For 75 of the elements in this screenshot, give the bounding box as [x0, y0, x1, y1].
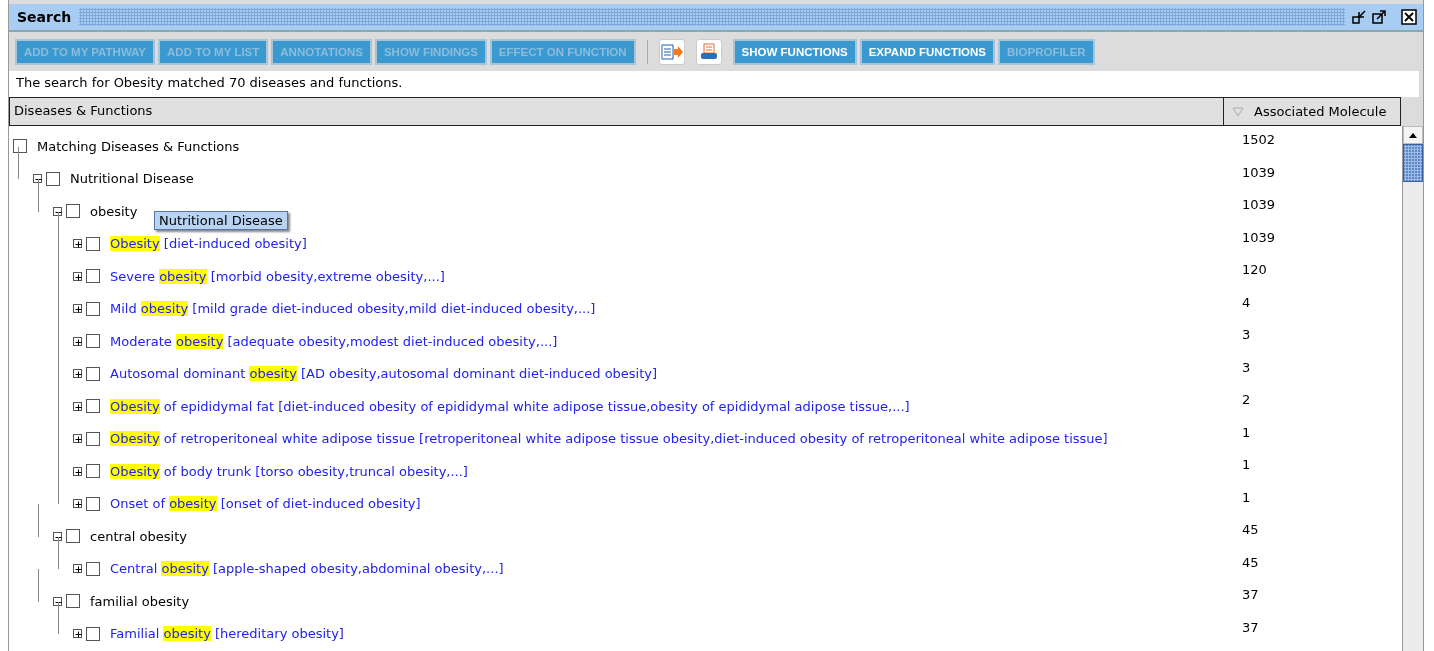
function-link[interactable]: Familial obesity [hereditary obesity] — [104, 626, 344, 642]
collapse-icon[interactable] — [53, 206, 62, 216]
checkbox[interactable] — [86, 301, 100, 316]
expand-icon[interactable] — [73, 336, 82, 346]
checkbox[interactable] — [86, 399, 100, 414]
category-label[interactable]: Nutritional Disease — [64, 171, 194, 187]
category-label[interactable]: familial obesity — [84, 593, 190, 609]
expand-icon[interactable] — [73, 271, 82, 281]
checkbox[interactable] — [86, 334, 100, 349]
molecule-count: 45 — [1242, 554, 1259, 570]
molecule-count: 1502 — [1242, 132, 1276, 147]
column-header[interactable]: Diseases & Functions — [10, 98, 1223, 125]
molecule-count: 3 — [1242, 359, 1251, 375]
function-link[interactable]: Onset of obesity [onset of diet-induced obesity] — [104, 496, 421, 512]
molecule-count: 45 — [1242, 522, 1259, 537]
checkbox[interactable] — [86, 269, 100, 284]
molecule-count: 1039 — [1242, 197, 1276, 212]
expand-icon[interactable] — [73, 304, 82, 314]
column-header[interactable]: Associated Molecule — [1254, 104, 1387, 119]
collapse-icon[interactable] — [33, 174, 42, 184]
checkbox[interactable] — [86, 464, 100, 479]
restore-icon[interactable] — [1351, 9, 1367, 25]
molecule-count: 1 — [1242, 424, 1251, 440]
molecule-count: 4 — [1242, 294, 1251, 310]
search-summary: The search for Obesity matched 70 diseases and functions. — [16, 75, 403, 90]
function-link[interactable]: Central obesity [apple-shaped obesity,abdominal obesity,...] — [104, 561, 504, 577]
scroll-up-button[interactable] — [1403, 126, 1423, 144]
checkbox[interactable] — [86, 561, 100, 576]
close-icon[interactable] — [1401, 9, 1417, 25]
expand-icon[interactable] — [73, 564, 82, 574]
function-link[interactable]: Obesity of epididymal fat [diet-induced obesity of epididymal white adipose tissue,obesity of epididymal adipose tissue,...] — [104, 398, 910, 414]
checkbox[interactable] — [86, 496, 100, 511]
checkbox[interactable] — [86, 626, 100, 641]
scrollbar-thumb[interactable] — [1403, 144, 1423, 182]
checkbox[interactable] — [86, 236, 100, 251]
maximize-icon[interactable] — [1371, 9, 1387, 25]
molecule-count: 1 — [1242, 457, 1251, 472]
checkbox[interactable] — [66, 594, 80, 609]
print-icon[interactable] — [695, 39, 722, 65]
expand-icon[interactable] — [73, 239, 82, 249]
collapse-icon[interactable] — [53, 531, 62, 541]
checkbox[interactable] — [46, 171, 60, 186]
molecule-count: 1 — [1242, 489, 1251, 505]
molecule-count: 2 — [1242, 392, 1251, 407]
expand-icon[interactable] — [73, 466, 82, 476]
molecule-count: 37 — [1242, 587, 1259, 602]
export-icon[interactable] — [658, 39, 685, 65]
tooltip: Nutritional Disease — [154, 211, 288, 230]
molecule-count: 1039 — [1242, 229, 1276, 245]
checkbox[interactable] — [66, 204, 80, 219]
function-link[interactable]: Severe obesity [morbid obesity,extreme obesity,...] — [104, 268, 445, 284]
category-label[interactable]: Matching Diseases & Functions — [31, 138, 240, 154]
expand-icon[interactable] — [73, 629, 82, 639]
molecule-count: 1039 — [1242, 164, 1276, 180]
function-link[interactable]: Autosomal dominant obesity [AD obesity,autosomal dominant diet-induced obesity] — [104, 366, 658, 382]
expand-icon[interactable] — [73, 434, 82, 444]
expand-icon[interactable] — [73, 369, 82, 379]
checkbox[interactable] — [13, 139, 27, 154]
up-arrow-icon — [1409, 132, 1417, 138]
collapse-icon[interactable] — [53, 596, 62, 606]
function-link[interactable]: Obesity of body trunk [torso obesity,truncal obesity,...] — [104, 463, 468, 479]
function-link[interactable]: Obesity [diet-induced obesity] — [104, 236, 307, 252]
category-label[interactable]: central obesity — [84, 528, 187, 544]
function-link[interactable]: Obesity of retroperitoneal white adipose tissue [retroperitoneal white adipose tissue obesity,diet-induced obesity of retroperitoneal white adipose tissue] — [104, 431, 1108, 447]
function-link[interactable]: Moderate obesity [adequate obesity,modest diet-induced obesity,...] — [104, 333, 558, 349]
checkbox[interactable] — [66, 529, 80, 544]
checkbox[interactable] — [86, 431, 100, 446]
molecule-count: 120 — [1242, 262, 1267, 277]
molecule-count: 3 — [1242, 327, 1251, 342]
checkbox[interactable] — [86, 366, 100, 381]
category-label[interactable]: obesity — [84, 203, 138, 219]
expand-icon[interactable] — [73, 499, 82, 509]
molecule-count: 37 — [1242, 619, 1259, 635]
expand-icon[interactable] — [73, 401, 82, 411]
function-link[interactable]: Mild obesity [mild grade diet-induced obesity,mild diet-induced obesity,...] — [104, 301, 596, 317]
